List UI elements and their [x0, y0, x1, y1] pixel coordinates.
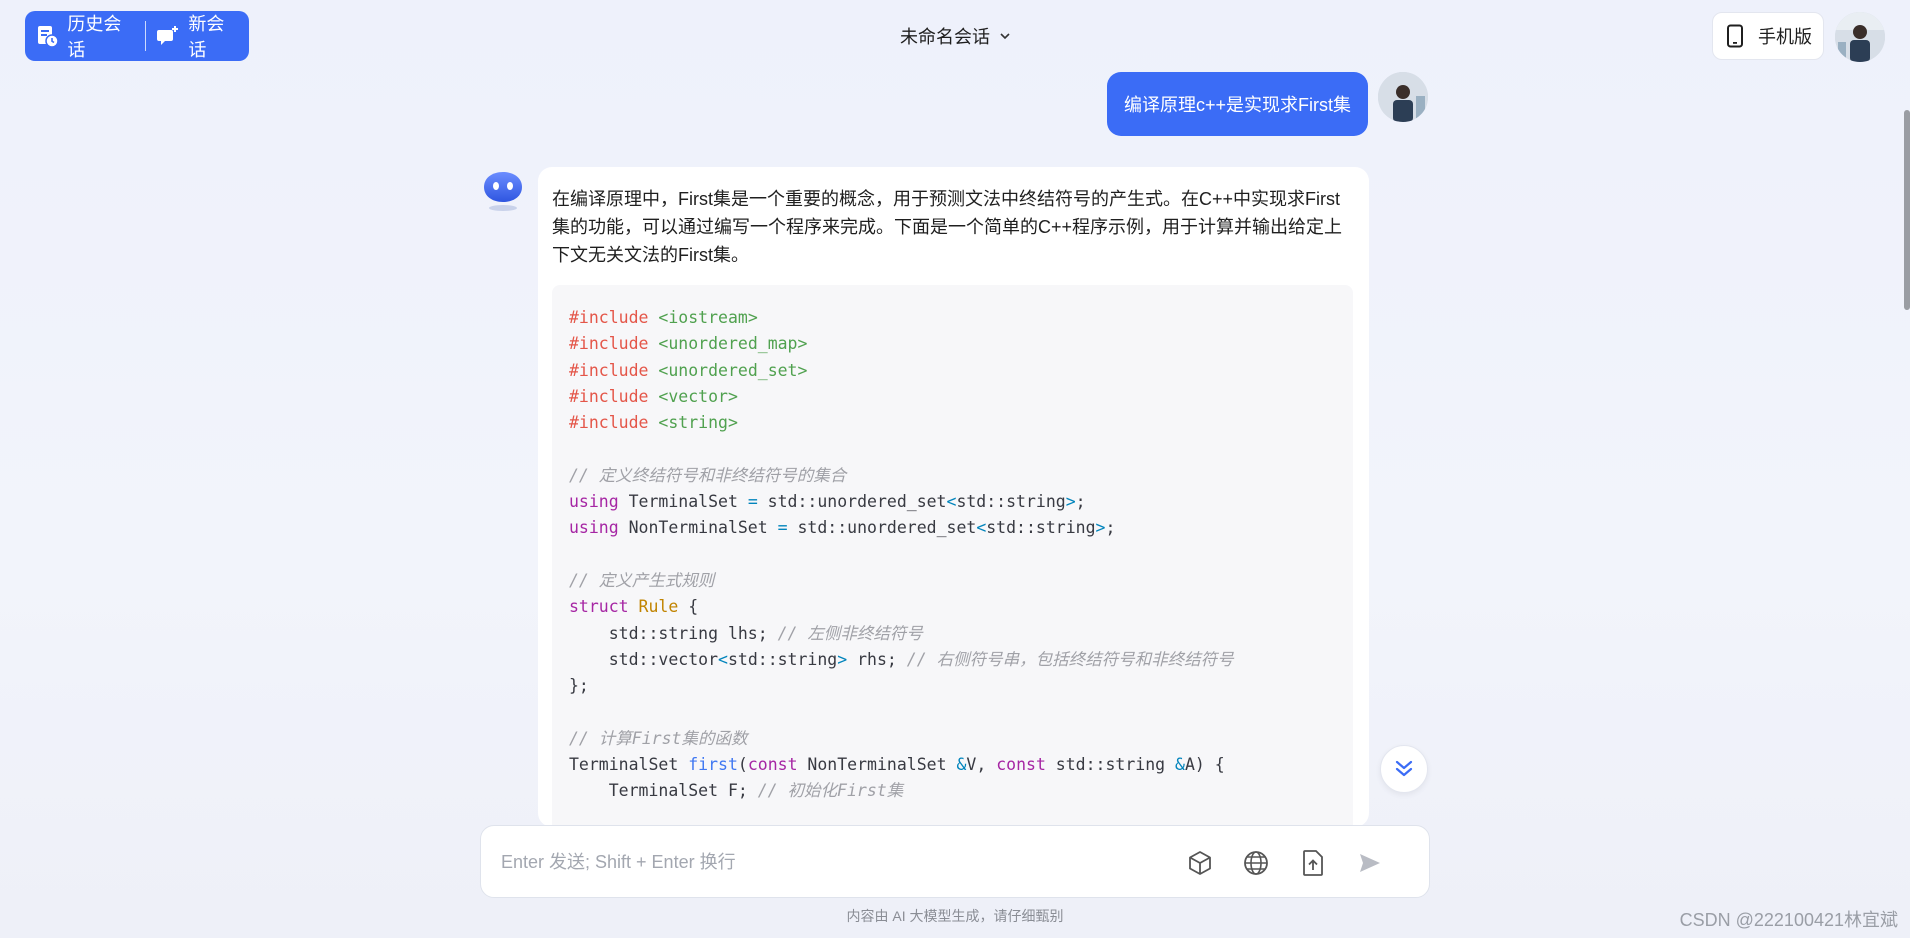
code-line: TerminalSet first(const NonTerminalSet &… [569, 755, 1225, 775]
code-line: #include <string> [569, 413, 738, 433]
code-line: using NonTerminalSet = std::unordered_se… [569, 518, 1116, 538]
globe-icon [1242, 849, 1270, 877]
user-message-avatar [1378, 72, 1428, 122]
message-composer [480, 825, 1430, 898]
code-line: TerminalSet F; // 初始化First集 [569, 781, 904, 801]
assistant-avatar [480, 168, 526, 214]
new-chat-button[interactable]: 新会话 [146, 11, 249, 61]
upload-file-button[interactable] [1296, 846, 1330, 880]
assistant-message: 在编译原理中，First集是一个重要的概念，用于预测文法中终结符号的产生式。在C… [538, 167, 1369, 827]
file-upload-icon [1300, 849, 1326, 877]
history-label: 历史会话 [67, 14, 122, 60]
code-line: std::string lhs; // 左侧非终结符号 [569, 623, 923, 643]
code-line: std::vector<std::string> rhs; // 右侧符号串，包… [569, 649, 1234, 669]
code-line: // 定义终结符号和非终结符号的集合 [569, 465, 847, 485]
code-line: #include <unordered_map> [569, 334, 808, 354]
new-chat-label: 新会话 [188, 14, 225, 60]
message-input[interactable] [501, 844, 1161, 880]
user-avatar[interactable] [1835, 12, 1885, 62]
scroll-to-bottom-button[interactable] [1380, 745, 1428, 793]
send-button[interactable] [1353, 846, 1387, 880]
chevron-down-icon [998, 29, 1012, 43]
watermark: CSDN @222100421林宜斌 [1679, 910, 1898, 930]
new-chat-icon [156, 23, 180, 49]
double-chevron-down-icon [1393, 758, 1415, 780]
scrollbar-thumb[interactable] [1904, 110, 1910, 310]
user-message-bubble: 编译原理c++是实现求First集 [1107, 72, 1368, 136]
mobile-label: 手机版 [1758, 27, 1812, 47]
web-search-button[interactable] [1239, 846, 1273, 880]
assistant-intro-text: 在编译原理中，First集是一个重要的概念，用于预测文法中终结符号的产生式。在C… [552, 189, 1343, 265]
mobile-version-button[interactable]: 手机版 [1712, 12, 1824, 60]
code-line: #include <unordered_set> [569, 360, 808, 380]
history-button[interactable]: 历史会话 [25, 11, 145, 61]
conversation-title: 未命名会话 [900, 27, 990, 47]
code-line: #include <vector> [569, 386, 738, 406]
code-line: }; [569, 676, 589, 696]
cube-button[interactable] [1183, 846, 1217, 880]
code-line: // 定义产生式规则 [569, 570, 715, 590]
code-content: #include <iostream> #include <unordered_m… [569, 305, 1234, 805]
send-icon [1357, 850, 1383, 876]
conversation-title-dropdown[interactable]: 未命名会话 [900, 22, 1012, 50]
code-line: #include <iostream> [569, 308, 758, 327]
top-bar: 历史会话 新会话 未命名会话 手机版 [0, 0, 1910, 72]
code-line: // 计算First集的函数 [569, 728, 748, 748]
history-icon [35, 23, 59, 49]
code-block: #include <iostream> #include <unordered_m… [552, 285, 1353, 827]
session-buttons: 历史会话 新会话 [25, 11, 249, 61]
cube-icon [1186, 849, 1214, 877]
code-line: struct Rule { [569, 597, 699, 617]
ai-disclaimer: 内容由 AI 大模型生成，请仔细甄别 [846, 908, 1064, 924]
code-line: using TerminalSet = std::unordered_set<s… [569, 492, 1086, 512]
phone-icon [1724, 24, 1746, 48]
